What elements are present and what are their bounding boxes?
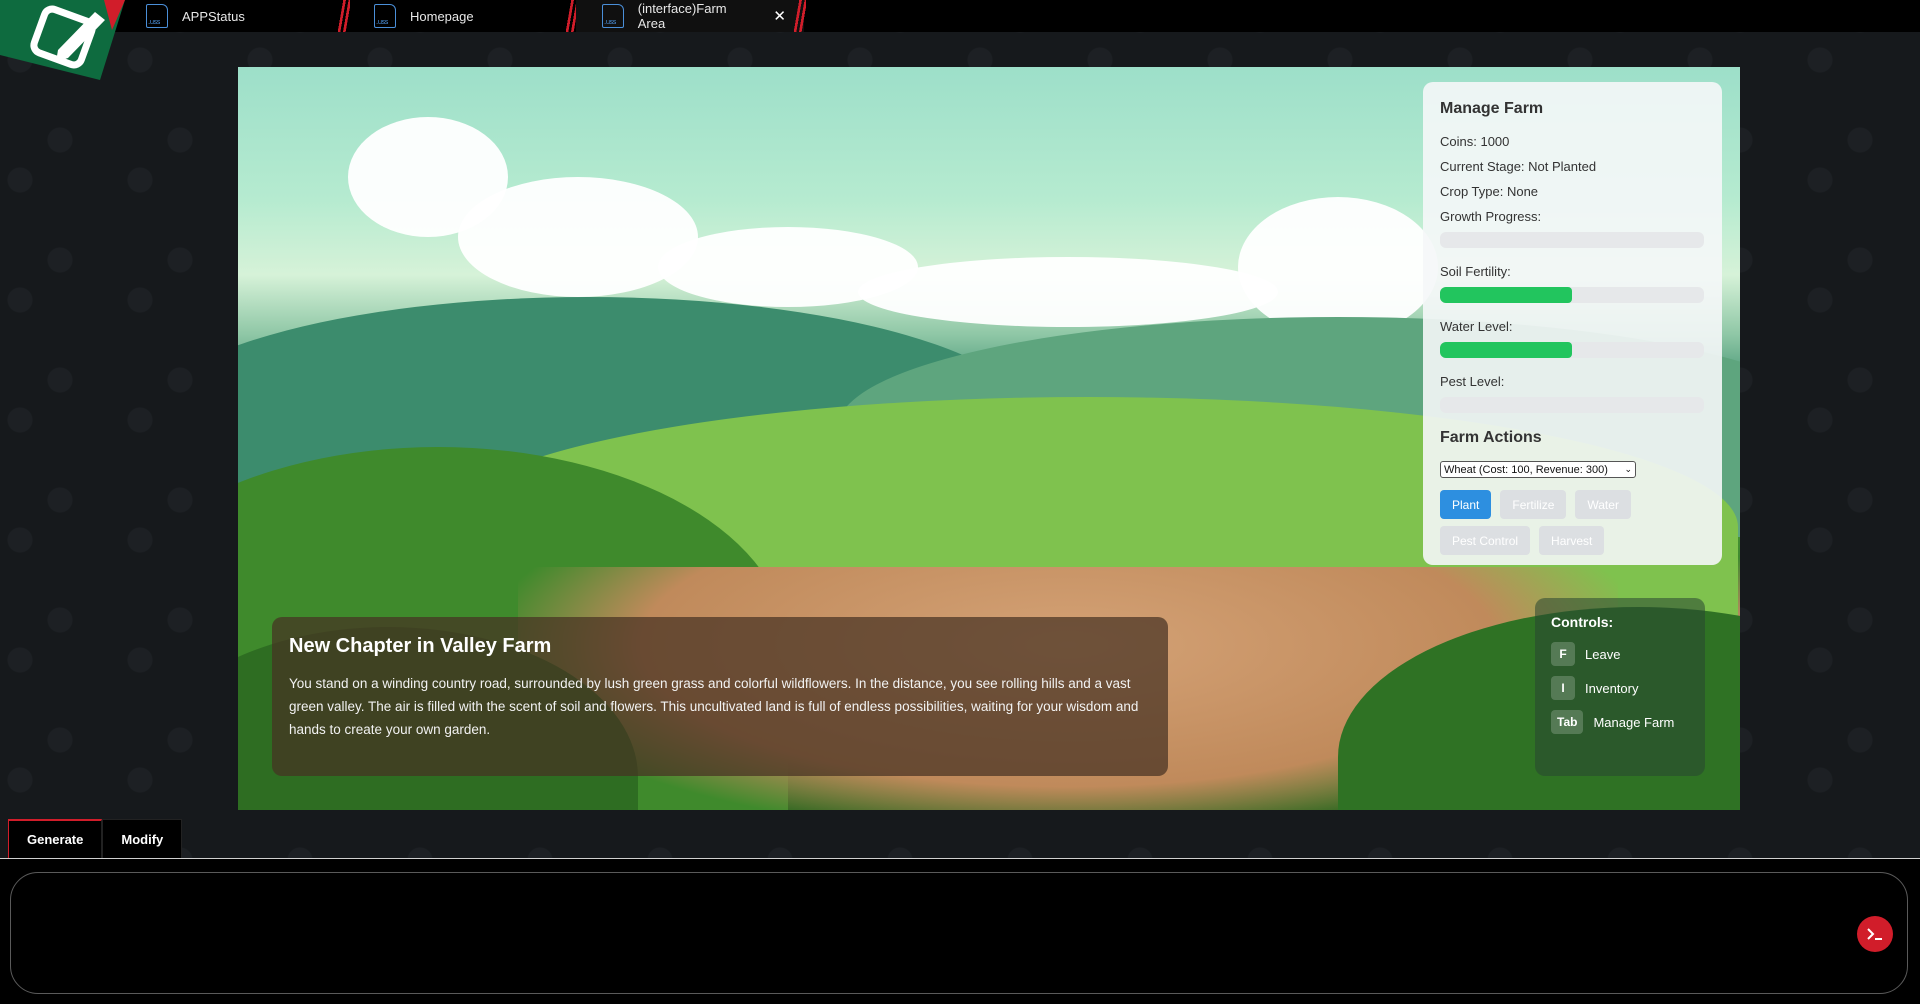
coins-text: Coins: 1000	[1440, 134, 1510, 149]
tab-modify[interactable]: Modify	[102, 819, 183, 859]
prompt-input[interactable]	[35, 893, 1835, 973]
water-level-bar	[1440, 342, 1704, 358]
key-badge: I	[1551, 676, 1575, 700]
tab-farm-area[interactable]: .uss (interface)Farm Area ✕	[576, 0, 806, 32]
farm-actions-title: Farm Actions	[1440, 429, 1542, 446]
crop-type-text: Crop Type: None	[1440, 184, 1539, 199]
soil-fertility-fill	[1440, 287, 1572, 303]
tab-separator	[794, 0, 806, 32]
uss-file-icon: .uss	[602, 4, 624, 28]
pest-control-button[interactable]: Pest Control	[1440, 526, 1531, 555]
tab-appstatus[interactable]: .uss APPStatus	[120, 0, 350, 32]
story-text: You stand on a winding country road, sur…	[289, 676, 1139, 737]
tab-homepage[interactable]: .uss Homepage	[348, 0, 578, 32]
crop-select-value: Wheat (Cost: 100, Revenue: 300)	[1444, 463, 1608, 476]
water-level-label: Water Level:	[1440, 319, 1513, 334]
soil-fertility-label: Soil Fertility:	[1440, 264, 1511, 279]
chevron-down-icon: ⌄	[1624, 464, 1632, 474]
uss-file-icon: .uss	[146, 4, 168, 28]
fertilize-button[interactable]: Fertilize	[1500, 490, 1567, 519]
controls-panel: Controls: F Leave I Inventory Tab Manage…	[1535, 598, 1705, 776]
uss-file-icon: .uss	[374, 4, 396, 28]
control-leave[interactable]: F Leave	[1551, 642, 1689, 666]
editor-tabs: .uss APPStatus .uss Homepage .uss (inter…	[120, 0, 806, 32]
plant-button[interactable]: Plant	[1440, 490, 1492, 519]
water-level-fill	[1440, 342, 1572, 358]
control-label: Inventory	[1585, 680, 1639, 696]
close-icon[interactable]: ✕	[773, 7, 786, 25]
cloud	[858, 257, 1278, 327]
control-label: Manage Farm	[1593, 714, 1675, 730]
story-title: New Chapter in Valley Farm	[289, 635, 552, 657]
crop-select[interactable]: Wheat (Cost: 100, Revenue: 300) ⌄	[1440, 461, 1636, 478]
tab-label: APPStatus	[182, 8, 245, 24]
cloud	[458, 177, 698, 297]
growth-progress-bar	[1440, 232, 1704, 248]
pest-level-bar	[1440, 397, 1704, 413]
pest-level-label: Pest Level:	[1440, 374, 1505, 389]
control-inventory[interactable]: I Inventory	[1551, 676, 1689, 700]
tab-bar: .uss APPStatus .uss Homepage .uss (inter…	[0, 0, 1920, 32]
current-stage-text: Current Stage: Not Planted	[1440, 159, 1597, 174]
cloud	[1238, 197, 1438, 337]
mode-tabs: Generate Modify	[8, 819, 183, 859]
send-button[interactable]	[1857, 916, 1893, 952]
manage-farm-panel: Manage Farm Coins: 1000 Current Stage: N…	[1423, 82, 1722, 565]
harvest-button[interactable]: Harvest	[1539, 526, 1605, 555]
control-manage-farm[interactable]: Tab Manage Farm	[1551, 710, 1689, 734]
controls-title: Controls:	[1551, 614, 1614, 630]
prompt-box	[10, 872, 1908, 994]
tab-label: (interface)Farm Area	[637, 1, 727, 31]
tab-generate[interactable]: Generate	[8, 819, 103, 859]
manage-farm-title: Manage Farm	[1440, 100, 1544, 117]
terminal-icon	[1867, 928, 1882, 940]
key-badge: F	[1551, 642, 1575, 666]
app-logo-icon[interactable]	[0, 0, 125, 80]
growth-progress-label: Growth Progress:	[1440, 209, 1542, 224]
control-label: Leave	[1585, 646, 1621, 662]
soil-fertility-bar	[1440, 287, 1704, 303]
water-button[interactable]: Water	[1575, 490, 1631, 519]
tab-label: Homepage	[410, 8, 474, 24]
story-panel: New Chapter in Valley Farm You stand on …	[272, 617, 1168, 776]
key-badge: Tab	[1551, 710, 1584, 734]
